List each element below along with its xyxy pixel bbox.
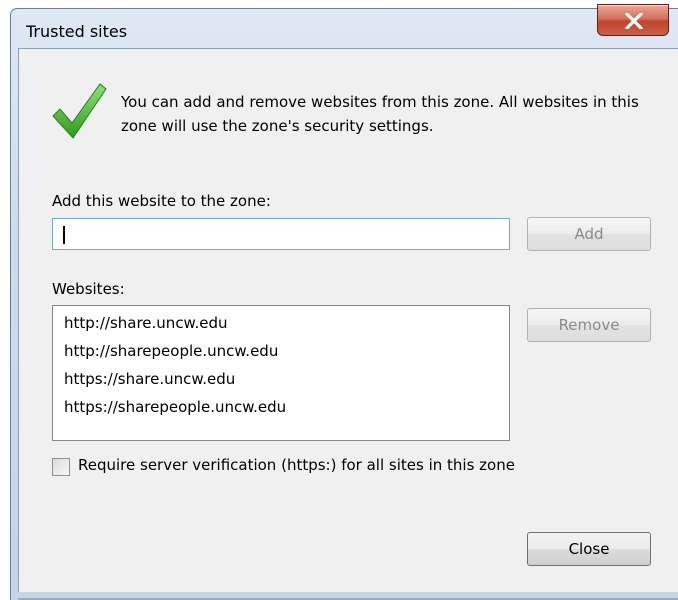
website-input[interactable] bbox=[52, 218, 510, 250]
https-verification-checkbox[interactable] bbox=[52, 458, 70, 476]
list-item[interactable]: http://share.uncw.edu bbox=[64, 314, 227, 332]
checkmark-icon bbox=[52, 83, 107, 139]
add-website-label: Add this website to the zone: bbox=[52, 192, 271, 210]
intro-text: You can add and remove websites from thi… bbox=[121, 93, 639, 135]
remove-button[interactable]: Remove bbox=[527, 308, 651, 342]
list-item[interactable]: http://sharepeople.uncw.edu bbox=[64, 342, 278, 360]
list-item[interactable]: https://share.uncw.edu bbox=[64, 370, 235, 388]
add-button[interactable]: Add bbox=[527, 217, 651, 251]
websites-list[interactable]: http://share.uncw.edu http://sharepeople… bbox=[52, 305, 510, 441]
close-button[interactable]: Close bbox=[527, 532, 651, 566]
close-window-button[interactable] bbox=[597, 4, 669, 36]
close-x-icon bbox=[625, 13, 643, 29]
text-caret bbox=[63, 226, 65, 244]
list-item[interactable]: https://sharepeople.uncw.edu bbox=[64, 398, 286, 416]
https-verification-label[interactable]: Require server verification (https:) for… bbox=[78, 456, 515, 474]
websites-label: Websites: bbox=[52, 280, 125, 298]
window-title: Trusted sites bbox=[26, 22, 128, 41]
